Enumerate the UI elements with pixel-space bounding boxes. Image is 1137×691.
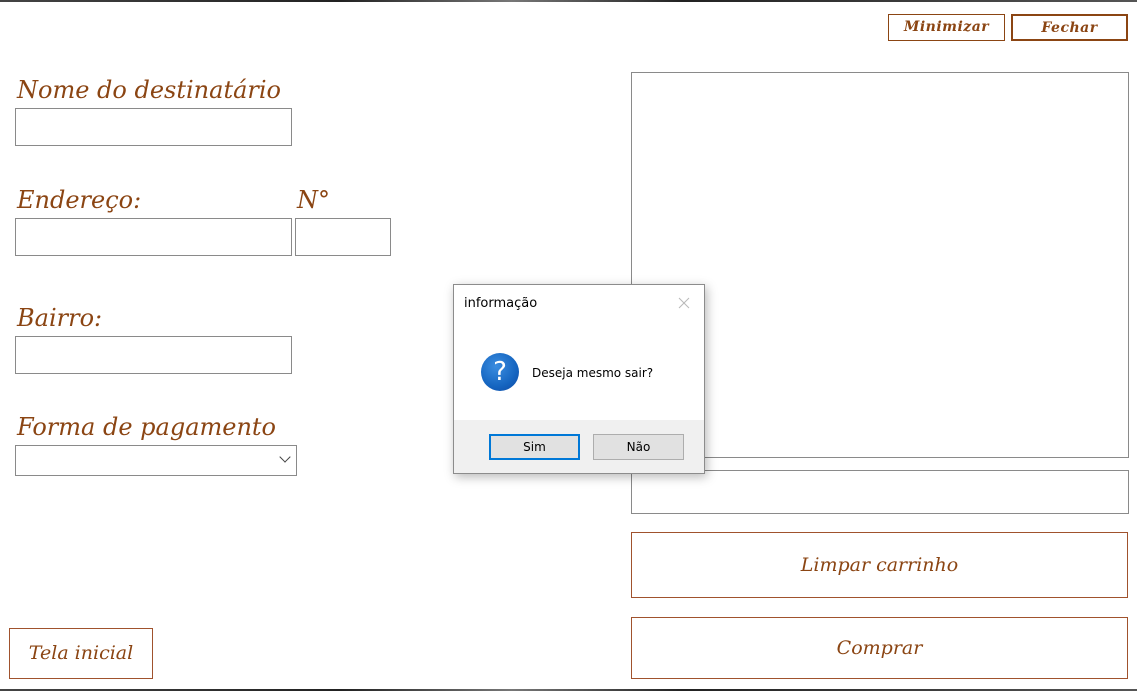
window-top-border	[0, 0, 1137, 2]
district-label: Bairro:	[17, 304, 103, 332]
dialog-title: informação	[464, 296, 538, 311]
clear-cart-button[interactable]: Limpar carrinho	[631, 532, 1128, 598]
recipient-label: Nome do destinatário	[17, 76, 281, 104]
number-label: N°	[297, 186, 330, 214]
payment-select[interactable]	[15, 445, 297, 476]
checkout-window: Minimizar Fechar Nome do destinatário En…	[0, 0, 1137, 691]
cart-total-field[interactable]	[631, 470, 1129, 514]
question-icon: ?	[481, 353, 519, 391]
address-label: Endereço:	[17, 186, 142, 214]
address-input[interactable]	[15, 218, 292, 256]
chevron-down-icon	[279, 451, 291, 463]
dialog-message: Deseja mesmo sair?	[532, 366, 654, 380]
close-button[interactable]: Fechar	[1011, 14, 1128, 41]
home-button[interactable]: Tela inicial	[9, 628, 153, 679]
close-icon[interactable]	[676, 295, 692, 311]
minimize-button[interactable]: Minimizar	[888, 14, 1005, 41]
buy-button[interactable]: Comprar	[631, 617, 1128, 679]
dialog-button-bar: Sim Não	[454, 420, 704, 473]
district-input[interactable]	[15, 336, 292, 374]
no-button[interactable]: Não	[593, 434, 684, 460]
cart-list[interactable]	[631, 72, 1129, 458]
yes-button[interactable]: Sim	[489, 434, 580, 460]
recipient-input[interactable]	[15, 108, 292, 146]
number-input[interactable]	[295, 218, 391, 256]
payment-label: Forma de pagamento	[17, 413, 277, 441]
confirm-exit-dialog: informação ? Deseja mesmo sair? Sim Não	[453, 284, 705, 474]
